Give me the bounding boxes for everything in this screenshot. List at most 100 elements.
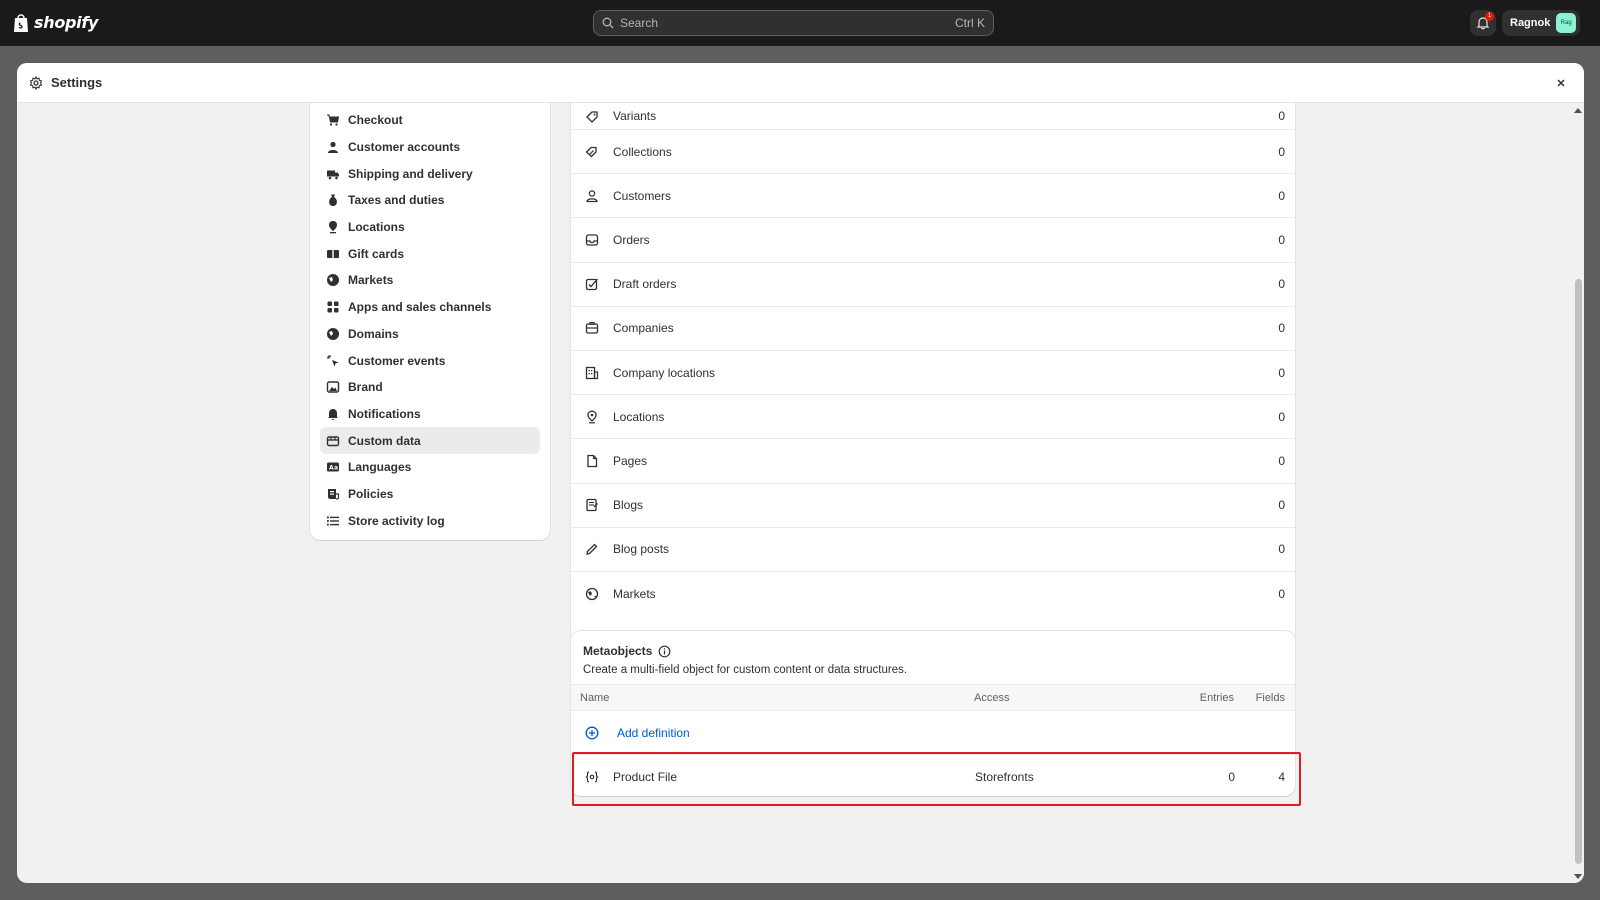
sidebar-item-customer-events[interactable]: Customer events [320,347,540,374]
logo-text: shopify [34,13,99,32]
user-menu-button[interactable]: Ragnok Rag [1502,10,1580,36]
sidebar-item-label: Locations [348,220,405,235]
definition-label: Blogs [613,498,644,513]
sidebar-item-taxes[interactable]: Taxes and duties [320,187,540,214]
plus-circle-icon [585,726,599,739]
definition-row-draft-orders[interactable]: Draft orders 0 [571,263,1295,307]
sidebar-item-label: Policies [348,486,394,501]
sidebar-item-languages[interactable]: Aa Languages [320,454,540,481]
definition-row-blog-posts[interactable]: Blog posts 0 [571,528,1295,572]
definition-count: 0 [1278,109,1285,123]
definition-row-companies[interactable]: Companies 0 [571,307,1295,351]
shopify-logo[interactable]: shopify [12,12,98,33]
definition-row-orders[interactable]: Orders 0 [571,218,1295,263]
close-icon[interactable] [1554,76,1568,90]
page-icon [587,454,598,468]
sidebar-item-customer-accounts[interactable]: Customer accounts [320,134,540,161]
definition-row-pages[interactable]: Pages 0 [571,439,1295,484]
top-bar: shopify Search Ctrl K 1 Ragnok Rag [0,0,1600,46]
scroll-thumb[interactable] [1575,279,1582,864]
column-header-access: Access [974,691,1010,704]
list-icon [327,516,339,526]
definition-row-collections[interactable]: Collections 0 [571,130,1295,175]
definition-label: Collections [613,144,672,159]
highlight-box [572,752,1301,806]
sidebar-item-label: Brand [348,380,383,395]
location-pin-icon [587,410,597,424]
sidebar-item-label: Gift cards [348,246,405,261]
shopify-bag-icon [14,14,28,32]
definition-row-company-locations[interactable]: Company locations 0 [571,351,1295,396]
definition-count: 0 [1278,453,1285,468]
definition-count: 0 [1278,277,1285,292]
notifications-button[interactable]: 1 [1470,10,1496,36]
metafield-definitions-card: Variants 0 Collections 0 Customers 0 Ord… [571,103,1295,680]
sidebar-item-label: Custom data [348,433,421,448]
sidebar-item-locations[interactable]: Locations [320,214,540,241]
definition-count: 0 [1278,498,1285,513]
truck-icon [327,170,339,180]
metaobjects-table-header: Name Access Entries Fields [571,684,1295,711]
definition-count: 0 [1278,409,1285,424]
sidebar-item-apps[interactable]: Apps and sales channels [320,294,540,321]
sidebar-item-label: Taxes and duties [348,193,445,208]
sidebar-item-policies[interactable]: Policies [320,481,540,508]
sidebar-item-label: Domains [348,326,399,341]
money-bag-icon [329,194,337,207]
gift-card-icon [327,249,339,258]
definition-label: Companies [613,321,674,336]
sidebar-item-label: Store activity log [348,513,445,528]
definition-row-locations[interactable]: Locations 0 [571,395,1295,440]
sidebar-item-custom-data[interactable]: Custom data [320,427,540,454]
sidebar-item-notifications[interactable]: Notifications [320,401,540,428]
definition-label: Blog posts [613,542,670,557]
definition-label: Orders [613,232,650,247]
add-definition-button[interactable]: Add definition [571,711,1295,755]
variants-icon [586,111,598,123]
sidebar-item-label: Apps and sales channels [348,300,492,315]
sidebar-item-store-activity-log[interactable]: Store activity log [320,507,540,534]
add-definition-label: Add definition [617,725,690,740]
search-input[interactable]: Search Ctrl K [593,10,994,36]
sidebar-item-label: Languages [348,460,412,475]
database-icon [326,435,340,446]
info-icon[interactable] [658,645,671,658]
sidebar-item-gift-cards[interactable]: Gift cards [320,240,540,267]
policy-icon [328,488,340,500]
scroll-up-arrow[interactable] [1574,108,1582,113]
sidebar-item-domains[interactable]: Domains [320,321,540,348]
definition-count: 0 [1278,365,1285,380]
sidebar-item-brand[interactable]: Brand [320,374,540,401]
sidebar-item-shipping[interactable]: Shipping and delivery [320,160,540,187]
location-pin-icon [329,221,337,234]
definition-count: 0 [1278,542,1285,557]
collections-icon [585,146,597,157]
language-icon: Aa [327,462,339,472]
definition-count: 0 [1278,144,1285,159]
notification-badge: 1 [1485,12,1494,21]
globe-icon [327,274,339,287]
globe-icon [585,587,599,601]
definition-row-blogs[interactable]: Blogs 0 [571,484,1295,528]
companies-icon [585,322,599,334]
draft-order-icon [585,278,598,291]
sidebar-item-checkout[interactable]: Checkout [320,107,540,134]
modal-scrollbar[interactable] [1572,103,1584,883]
definition-row-variants[interactable]: Variants 0 [571,103,1295,130]
scroll-down-arrow[interactable] [1574,874,1582,879]
avatar: Rag [1556,13,1576,33]
sidebar-item-markets[interactable]: Markets [320,267,540,294]
definition-row-customers[interactable]: Customers 0 [571,174,1295,219]
apps-icon [327,301,339,313]
cursor-click-icon [327,354,339,367]
modal-header: Settings [17,63,1584,103]
building-icon [585,366,599,379]
user-name: Ragnok [1510,17,1551,29]
metaobjects-description: Create a multi-field object for custom c… [583,664,908,676]
blog-icon [586,498,598,512]
definition-row-markets[interactable]: Markets 0 [571,572,1295,616]
definition-count: 0 [1278,232,1285,247]
settings-sidebar: Checkout Customer accounts Shipping and … [310,103,550,540]
definition-label: Customers [613,188,672,203]
sidebar-item-label: Customer events [348,353,446,368]
